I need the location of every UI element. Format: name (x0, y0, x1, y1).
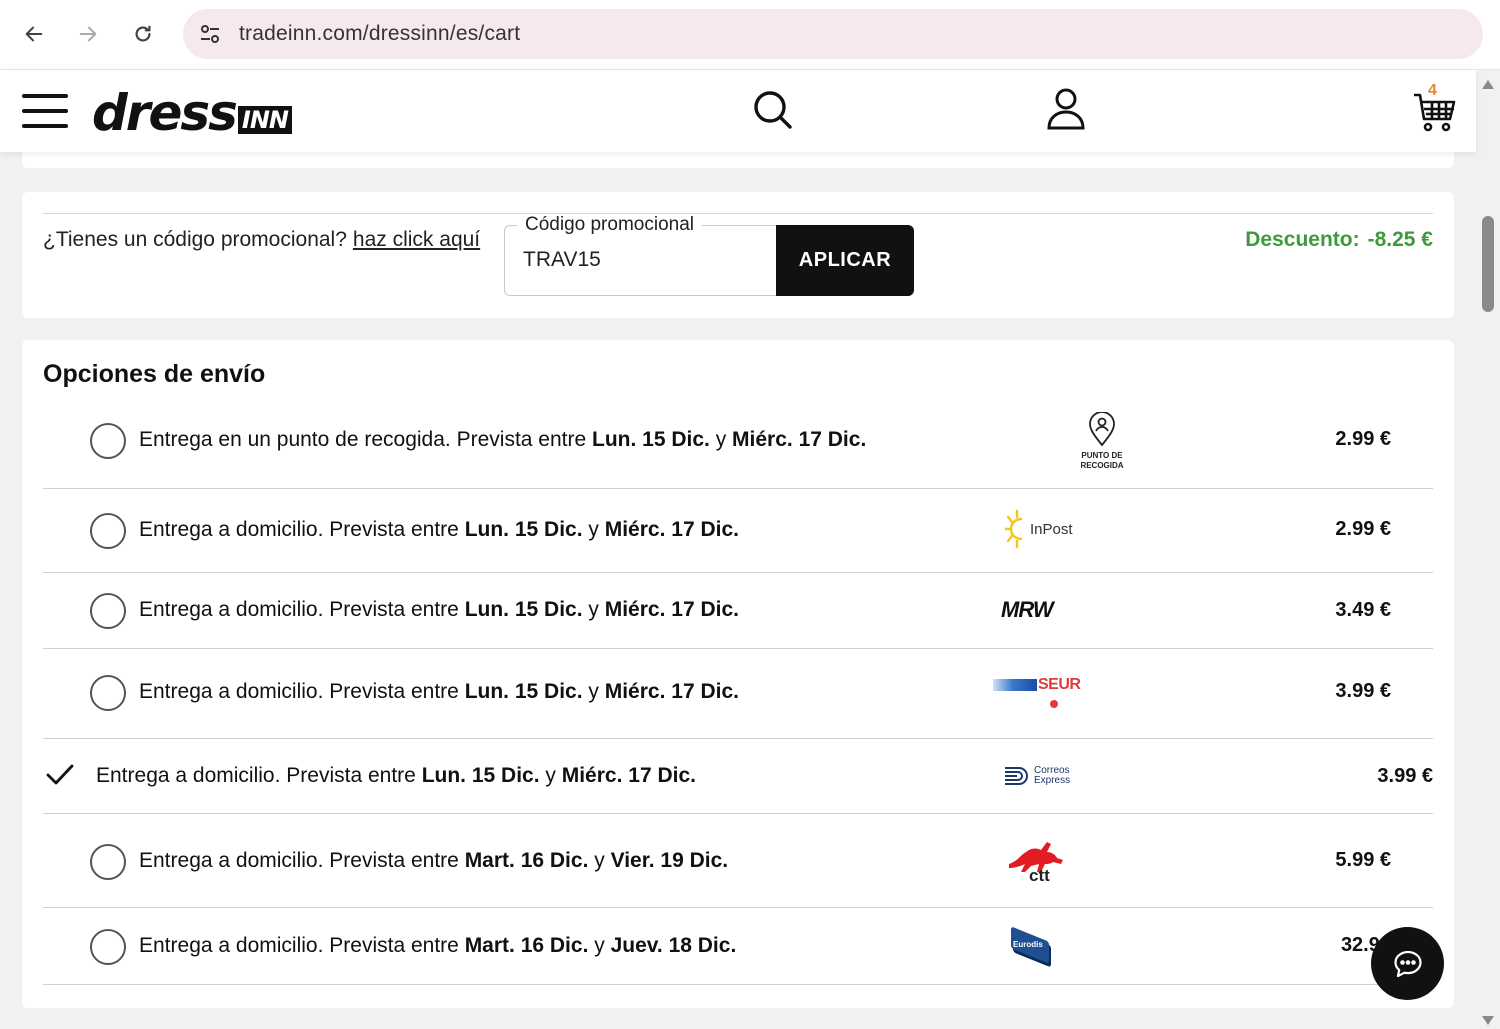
pickup-point-icon: PUNTO DE RECOGIDA (1073, 411, 1131, 471)
seur-logo: SEUR (993, 676, 1081, 708)
option-price: 3.99 € (1377, 765, 1433, 787)
discount-summary: Descuento: -8.25 € (1245, 228, 1433, 251)
url-text[interactable]: tradeinn.com/dressinn/es/cart (239, 22, 520, 46)
forward-button[interactable] (70, 16, 106, 52)
option-text: Entrega a domicilio. Prevista entre Lun.… (139, 680, 739, 703)
shipping-option[interactable]: Entrega a domicilio. Prevista entre Lun.… (43, 649, 1433, 739)
radio-button[interactable] (90, 675, 126, 711)
site-header: dress INN 4 (0, 70, 1476, 152)
option-text: Entrega a domicilio. Prevista entre Lun.… (139, 518, 739, 541)
shipping-title: Opciones de envío (43, 360, 266, 388)
cart-count-badge: 4 (1428, 82, 1437, 99)
chat-button[interactable] (1371, 927, 1444, 1000)
reload-icon (135, 25, 151, 42)
page-scrollbar[interactable] (1476, 70, 1500, 1029)
chat-bubble-icon (1393, 950, 1422, 977)
address-bar[interactable]: tradeinn.com/dressinn/es/cart (183, 9, 1483, 59)
browser-toolbar: tradeinn.com/dressinn/es/cart (0, 0, 1500, 70)
promo-field-label: Código promocional (517, 214, 702, 236)
option-text: Entrega a domicilio. Prevista entre Mart… (139, 934, 737, 957)
shipping-option-selected[interactable]: Entrega a domicilio. Prevista entre Lun.… (43, 739, 1433, 814)
option-price: 5.99 € (1335, 849, 1391, 871)
option-price: 3.99 € (1335, 680, 1391, 702)
option-text: Entrega a domicilio. Prevista entre Mart… (139, 849, 729, 872)
shipping-option[interactable]: Entrega en un punto de recogida. Previst… (43, 400, 1433, 489)
reload-button[interactable] (125, 16, 161, 52)
radio-button[interactable] (90, 844, 126, 880)
promo-code-card: ¿Tienes un código promocional? haz click … (22, 192, 1454, 318)
arrow-right-icon (79, 26, 97, 42)
shipping-option[interactable]: Entrega a domicilio. Prevista entre Lun.… (43, 489, 1433, 573)
scroll-thumb[interactable] (1482, 216, 1494, 312)
menu-icon[interactable] (22, 94, 68, 128)
user-icon[interactable] (1044, 86, 1088, 130)
radio-button[interactable] (90, 593, 126, 629)
promo-field-value[interactable]: TRAV15 (523, 248, 601, 272)
radio-button[interactable] (90, 423, 126, 459)
option-text: Entrega en un punto de recogida. Previst… (139, 428, 867, 451)
option-price: 2.99 € (1335, 428, 1391, 450)
option-text: Entrega a domicilio. Prevista entre Lun.… (139, 598, 739, 621)
radio-button[interactable] (90, 513, 126, 549)
discount-value: -8.25 € (1367, 228, 1433, 251)
option-text: Entrega a domicilio. Prevista entre Lun.… (96, 764, 696, 787)
arrow-left-icon (25, 26, 43, 42)
previous-card (22, 152, 1454, 168)
eurodis-logo: Eurodis (1009, 926, 1053, 964)
shipping-options-card: Opciones de envío Entrega en un punto de… (22, 340, 1454, 1008)
mrw-logo: MRW (1001, 597, 1054, 622)
option-price: 2.99 € (1335, 518, 1391, 540)
shipping-option[interactable]: Entrega a domicilio. Prevista entre Mart… (43, 908, 1433, 985)
back-button[interactable] (16, 16, 52, 52)
search-icon[interactable] (751, 88, 795, 132)
inpost-logo: InPost (1005, 509, 1073, 549)
site-info-icon[interactable] (197, 21, 223, 47)
option-price: 3.49 € (1335, 599, 1391, 621)
shipping-option[interactable]: Entrega a domicilio. Prevista entre Lun.… (43, 573, 1433, 649)
promo-link[interactable]: haz click aquí (353, 228, 480, 251)
ctt-logo: ctt (1005, 834, 1067, 888)
checkmark-icon (46, 764, 74, 785)
promo-question: ¿Tienes un código promocional? haz click … (43, 228, 481, 251)
dressinn-logo[interactable]: dress INN (92, 84, 292, 140)
scroll-down-icon[interactable] (1482, 1016, 1494, 1025)
correos-express-logo: Correos Express (1003, 763, 1076, 789)
radio-button[interactable] (90, 929, 126, 965)
promo-code-input[interactable]: Código promocional TRAV15 (504, 214, 794, 296)
divider (43, 213, 1433, 214)
apply-button[interactable]: APLICAR (776, 225, 914, 296)
shipping-option[interactable]: Entrega a domicilio. Prevista entre Mart… (43, 814, 1433, 908)
scroll-up-icon[interactable] (1482, 80, 1494, 89)
